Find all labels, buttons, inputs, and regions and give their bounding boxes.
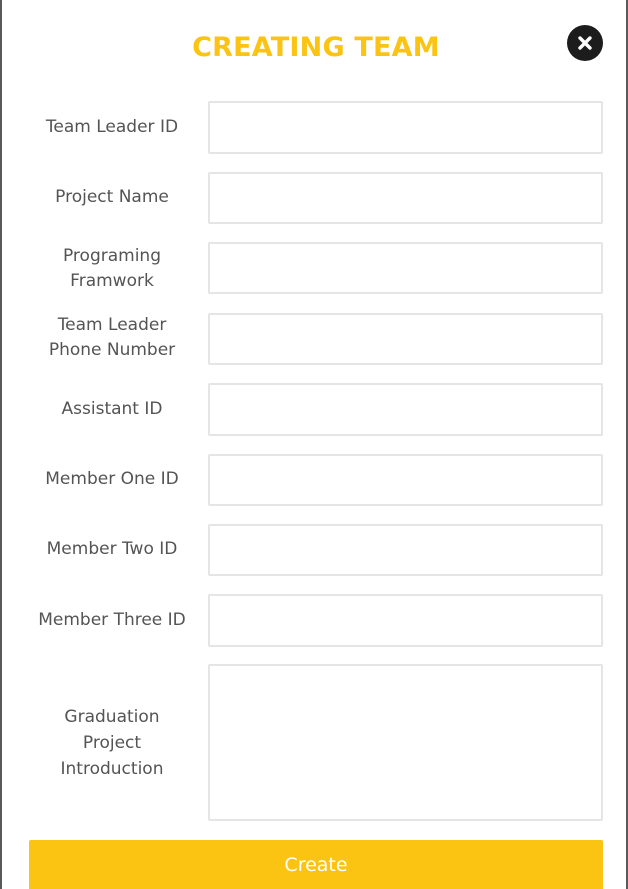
assistant-id-label: Assistant ID <box>61 399 163 419</box>
project-name-input[interactable] <box>208 172 603 224</box>
member-one-id-input[interactable] <box>208 454 603 506</box>
team-leader-id-input[interactable] <box>208 101 603 154</box>
programing-framework-label: Programing Framwork <box>30 244 194 294</box>
programing-framework-label-line1: Programing <box>62 246 161 266</box>
member-one-id-label: Member One ID <box>45 469 179 489</box>
member-three-id-input[interactable] <box>208 594 603 647</box>
modal-title: CREATING TEAM <box>192 32 440 63</box>
programing-framework-input[interactable] <box>208 242 603 294</box>
team-leader-phone-label-line1: Team Leader <box>57 315 167 335</box>
graduation-intro-label-line1: Graduation <box>64 707 160 727</box>
graduation-intro-textarea[interactable] <box>208 664 603 821</box>
team-leader-id-label: Team Leader ID <box>45 117 179 137</box>
create-team-modal: CREATING TEAM Team Leader ID Project Nam… <box>0 0 628 889</box>
member-two-id-label: Member Two ID <box>46 539 178 559</box>
programing-framework-label-line2: Framwork <box>70 271 154 291</box>
graduation-intro-label-line2: Project <box>82 733 142 753</box>
close-button[interactable] <box>567 25 603 61</box>
team-leader-phone-input[interactable] <box>208 313 603 365</box>
create-button[interactable]: Create <box>29 840 603 889</box>
team-leader-phone-label: Team Leader Phone Number <box>30 313 194 363</box>
graduation-intro-label: Graduation Project Introduction <box>30 704 194 782</box>
project-name-label: Project Name <box>55 187 169 207</box>
assistant-id-input[interactable] <box>208 383 603 436</box>
member-three-id-label: Member Three ID <box>38 610 186 630</box>
close-x-icon <box>578 36 592 50</box>
team-leader-phone-label-line2: Phone Number <box>48 340 176 360</box>
graduation-intro-label-line3: Introduction <box>60 759 164 779</box>
member-two-id-input[interactable] <box>208 524 603 576</box>
